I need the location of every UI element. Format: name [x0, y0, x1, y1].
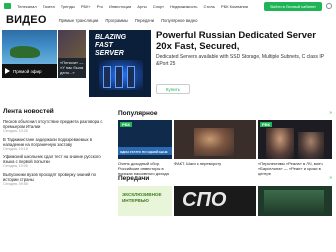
- show-card[interactable]: СПО: [174, 186, 256, 216]
- nav-item-investments[interactable]: Инвестиции: [109, 4, 131, 9]
- nav-right: Войти в Личный кабинет: [264, 1, 332, 11]
- ad-description: Dedicated Servers available with SSD Sto…: [156, 54, 325, 67]
- video-card-mid[interactable]: «Пенсии» — «У нас была дело...»: [58, 30, 86, 78]
- tab-programs[interactable]: Программы: [105, 18, 128, 23]
- shows-more-arrow-icon[interactable]: »: [329, 175, 332, 181]
- list-item[interactable]: Выпускники вузов проходят проверку знани…: [3, 172, 108, 187]
- video-thumbnail: [194, 128, 234, 156]
- nav-item-companies[interactable]: РБК Компании: [221, 4, 248, 9]
- popular-header: Популярное »: [118, 108, 332, 118]
- news-headline: В Таджикистане задержали подозреваемых в…: [3, 136, 92, 147]
- tab-live[interactable]: Прямые трансляции: [59, 18, 99, 23]
- list-item[interactable]: Уфимский школьник сдал тест на знание ру…: [3, 154, 108, 169]
- nav-item-trends[interactable]: Тренды: [61, 4, 75, 9]
- video-card-caption[interactable]: ФАКТ. Шаги к перевороту: [174, 161, 256, 166]
- nav-item-newspaper[interactable]: Газета: [43, 4, 55, 9]
- video-caption: «Пенсии» — «У нас была дело...»: [60, 60, 84, 75]
- rbc-badge: РБК: [120, 122, 132, 127]
- nav-item-pro[interactable]: Pro: [97, 4, 103, 9]
- video-thumbnail: [58, 30, 86, 58]
- news-time: Сегодня, 10:25: [3, 129, 28, 133]
- nav-item-rbc-plus[interactable]: РБК+: [81, 4, 91, 9]
- news-headline: Выпускники вузов проходят проверку знани…: [3, 171, 97, 182]
- show-label: СПО: [182, 189, 227, 211]
- live-label: Прямой эфир: [13, 68, 42, 74]
- video-card[interactable]: ОДИН СТАТУС ПО ОДНОЙ ЦЕНЕ РБК: [118, 120, 172, 159]
- server-rack-icon: [115, 66, 123, 88]
- ad-image-line: SERVER: [95, 50, 124, 57]
- nav-item-sport[interactable]: Спорт: [153, 4, 164, 9]
- nav-item-style[interactable]: Стиль: [204, 4, 215, 9]
- news-time: Сегодня, 10:05: [3, 164, 28, 168]
- rbc-logo-icon[interactable]: [4, 3, 11, 9]
- list-item[interactable]: В Таджикистане задержали подозреваемых в…: [3, 137, 108, 152]
- ad-image-line: FAST: [95, 42, 113, 49]
- nav-item-realty[interactable]: Недвижимость: [170, 4, 198, 9]
- list-item[interactable]: Песков объяснил отсутствие предмета разг…: [3, 119, 108, 134]
- news-feed: Лента новостей Песков объяснил отсутстви…: [3, 108, 108, 189]
- show-card[interactable]: ЭКСКЛЮЗИВНОЕ ИНТЕРВЬЮ: [118, 186, 172, 216]
- nav-item-arts[interactable]: Арты: [137, 4, 147, 9]
- news-headline: Уфимский школьник сдал тест на знание ру…: [3, 154, 101, 164]
- ad-image-line: BLAZING: [95, 34, 127, 41]
- popular-more-arrow-icon[interactable]: »: [329, 110, 332, 116]
- play-icon[interactable]: [5, 68, 10, 74]
- user-icon[interactable]: [326, 3, 332, 9]
- server-rack-icon: [103, 66, 111, 88]
- tab-shows[interactable]: Передачи: [135, 18, 154, 23]
- show-thumbnail: [264, 190, 324, 214]
- video-card[interactable]: [174, 120, 256, 159]
- video-thumbnail: [266, 128, 294, 159]
- news-feed-title[interactable]: Лента новостей: [3, 108, 108, 115]
- ad-title[interactable]: Powerful Russian Dedicated Server 20x Fa…: [156, 30, 332, 52]
- video-thumbnail: [298, 132, 324, 159]
- show-label: ЭКСКЛЮЗИВНОЕ ИНТЕРВЬЮ: [122, 192, 162, 203]
- section-header: ВИДЕО Прямые трансляции Программы Переда…: [0, 13, 336, 27]
- ad-buy-button[interactable]: Купить: [156, 84, 190, 94]
- page-title: ВИДЕО: [6, 14, 47, 26]
- shows-title[interactable]: Передачи: [118, 175, 149, 182]
- popular-title[interactable]: Популярное: [118, 110, 158, 117]
- live-player[interactable]: Прямой эфир: [2, 30, 57, 78]
- island-shape: [10, 46, 40, 58]
- player-bar: Прямой эфир: [2, 64, 57, 78]
- card-band-text: ОДИН СТАТУС ПО ОДНОЙ ЦЕНЕ: [120, 150, 168, 154]
- nav-item-tv[interactable]: Телеканал: [17, 4, 37, 9]
- tab-popular-video[interactable]: Популярное видео: [161, 18, 197, 23]
- news-time: Сегодня, 09:58: [3, 181, 28, 186]
- section-tabs: Прямые трансляции Программы Передачи Поп…: [59, 18, 198, 23]
- news-headline: Песков объяснил отсутствие предмета разг…: [3, 119, 103, 129]
- top-navigation: Телеканал Газета Тренды РБК+ Pro Инвести…: [0, 0, 336, 12]
- ad-text: Powerful Russian Dedicated Server 20x Fa…: [156, 30, 332, 67]
- news-time: Сегодня, 10:18: [3, 146, 28, 151]
- login-button[interactable]: Войти в Личный кабинет: [264, 1, 322, 11]
- video-card[interactable]: РБК: [258, 120, 332, 159]
- shows-header: Передачи »: [118, 173, 332, 183]
- ad-image[interactable]: BLAZING FAST SERVER: [89, 30, 151, 97]
- show-card[interactable]: [258, 186, 332, 216]
- rbc-badge: РБК: [260, 122, 272, 127]
- server-rack-icon: [127, 66, 135, 88]
